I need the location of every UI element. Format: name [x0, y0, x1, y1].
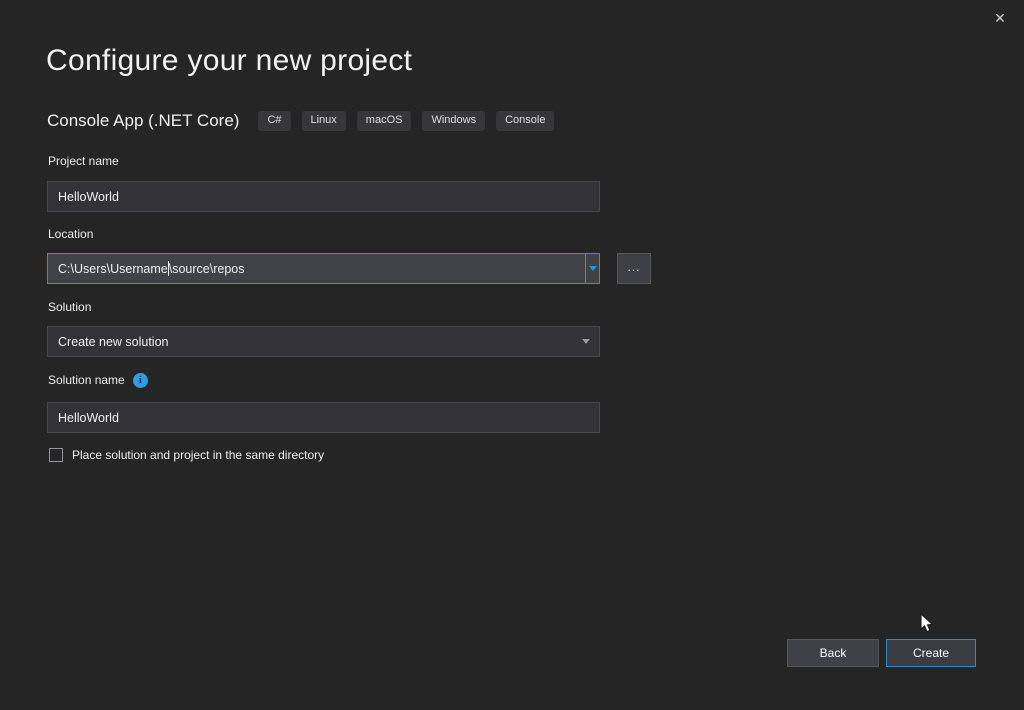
create-button[interactable]: Create — [886, 639, 976, 667]
configure-project-dialog: { "window": { "close_icon": "✕" }, "head… — [0, 0, 1024, 710]
location-input[interactable]: C:\Users\Username\source\repos — [47, 253, 600, 284]
template-tag-language: C# — [258, 111, 290, 131]
cursor-arrow-icon — [920, 613, 934, 634]
solution-name-value: HelloWorld — [58, 411, 119, 425]
close-button[interactable]: ✕ — [986, 6, 1014, 30]
info-icon[interactable]: i — [133, 373, 148, 388]
back-button[interactable]: Back — [787, 639, 879, 667]
create-button-label: Create — [913, 646, 949, 660]
template-tag-linux: Linux — [302, 111, 346, 131]
template-name: Console App (.NET Core) — [47, 111, 239, 131]
mouse-cursor — [920, 613, 934, 639]
solution-select[interactable]: Create new solution — [47, 326, 600, 357]
solution-name-label-row: Solution name i — [48, 371, 148, 389]
template-row: Console App (.NET Core) C# Linux macOS W… — [47, 108, 554, 134]
template-tag-windows: Windows — [422, 111, 485, 131]
solution-selected-value-wrap: Create new solution — [48, 335, 582, 349]
template-tag-console: Console — [496, 111, 554, 131]
project-name-input[interactable]: HelloWorld — [47, 181, 600, 212]
same-directory-checkbox[interactable] — [49, 448, 63, 462]
project-name-label: Project name — [48, 154, 119, 168]
same-directory-row: Place solution and project in the same d… — [49, 446, 324, 464]
solution-name-label: Solution name — [48, 373, 125, 387]
back-button-label: Back — [820, 646, 847, 660]
location-label: Location — [48, 227, 93, 241]
browse-button[interactable]: ... — [617, 253, 651, 284]
location-value-after-caret: \source\repos — [169, 262, 245, 276]
chevron-down-icon — [589, 266, 597, 271]
solution-name-input[interactable]: HelloWorld — [47, 402, 600, 433]
close-icon: ✕ — [994, 10, 1006, 27]
info-icon-glyph: i — [139, 373, 142, 388]
project-name-value: HelloWorld — [58, 190, 119, 204]
chevron-down-icon — [582, 339, 590, 344]
solution-selected-value: Create new solution — [58, 335, 168, 349]
location-value-wrap[interactable]: C:\Users\Username\source\repos — [48, 254, 585, 283]
template-tag-macos: macOS — [357, 111, 412, 131]
ellipsis-icon: ... — [627, 260, 640, 274]
solution-label: Solution — [48, 300, 91, 314]
same-directory-label: Place solution and project in the same d… — [72, 448, 324, 462]
location-value-before-caret: C:\Users\Username — [58, 262, 168, 276]
location-dropdown-button[interactable] — [585, 254, 599, 283]
page-title: Configure your new project — [46, 44, 412, 78]
